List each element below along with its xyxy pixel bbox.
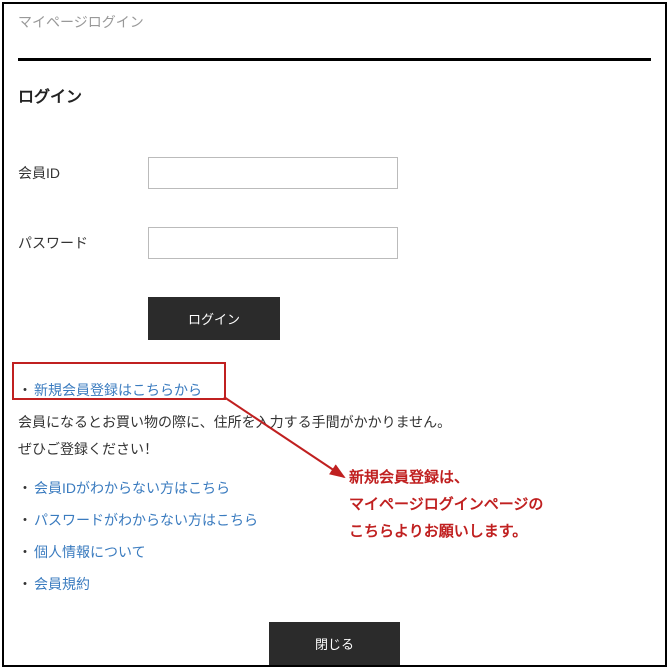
terms-item: ・会員規約 [18,574,651,594]
title-bar: マイページログイン [4,4,665,40]
terms-link[interactable]: 会員規約 [34,576,90,592]
password-input[interactable] [148,227,398,259]
privacy-link[interactable]: 個人情報について [34,544,146,560]
password-row: パスワード [18,227,651,259]
annotation-line-3: こちらよりお願いします。 [349,518,543,545]
bullet-icon: ・ [18,382,32,398]
forgot-password-item: ・パスワードがわからない方はこちら [18,510,651,530]
desc-line-2: ぜひご登録ください！ [18,439,651,460]
privacy-item: ・個人情報について [18,542,651,562]
login-heading: ログイン [18,83,651,107]
content-area: ログイン 会員ID パスワード ログイン ・新規会員登録はこちらから 会員になる… [4,58,665,594]
bullet-icon: ・ [18,544,32,560]
links-section: ・新規会員登録はこちらから 会員になるとお買い物の際に、住所を入力する手間がかか… [18,380,651,594]
member-id-input[interactable] [148,157,398,189]
new-registration-link[interactable]: 新規会員登録はこちらから [34,382,202,398]
forgot-id-item: ・会員IDがわからない方はこちら [18,478,651,498]
annotation-line-2: マイページログインページの [349,491,543,518]
divider [18,58,651,61]
close-button[interactable]: 閉じる [269,622,400,665]
member-id-row: 会員ID [18,157,651,189]
login-dialog: マイページログイン ログイン 会員ID パスワード ログイン ・新規会員登録はこ… [2,2,667,667]
forgot-id-link[interactable]: 会員IDがわからない方はこちら [34,480,230,496]
annotation-line-1: 新規会員登録は、 [349,464,543,491]
bullet-icon: ・ [18,576,32,592]
close-row: 閉じる [4,622,665,665]
desc-line-1: 会員になるとお買い物の際に、住所を入力する手間がかかりません。 [18,412,651,433]
password-label: パスワード [18,233,148,253]
login-button-row: ログイン [148,297,651,340]
login-button[interactable]: ログイン [148,297,280,340]
bullet-icon: ・ [18,512,32,528]
new-registration-item: ・新規会員登録はこちらから [18,380,651,400]
registration-description: 会員になるとお買い物の際に、住所を入力する手間がかかりません。 ぜひご登録くださ… [18,412,651,460]
bullet-icon: ・ [18,480,32,496]
member-id-label: 会員ID [18,163,148,183]
forgot-password-link[interactable]: パスワードがわからない方はこちら [34,512,258,528]
annotation-text: 新規会員登録は、 マイページログインページの こちらよりお願いします。 [349,464,543,545]
